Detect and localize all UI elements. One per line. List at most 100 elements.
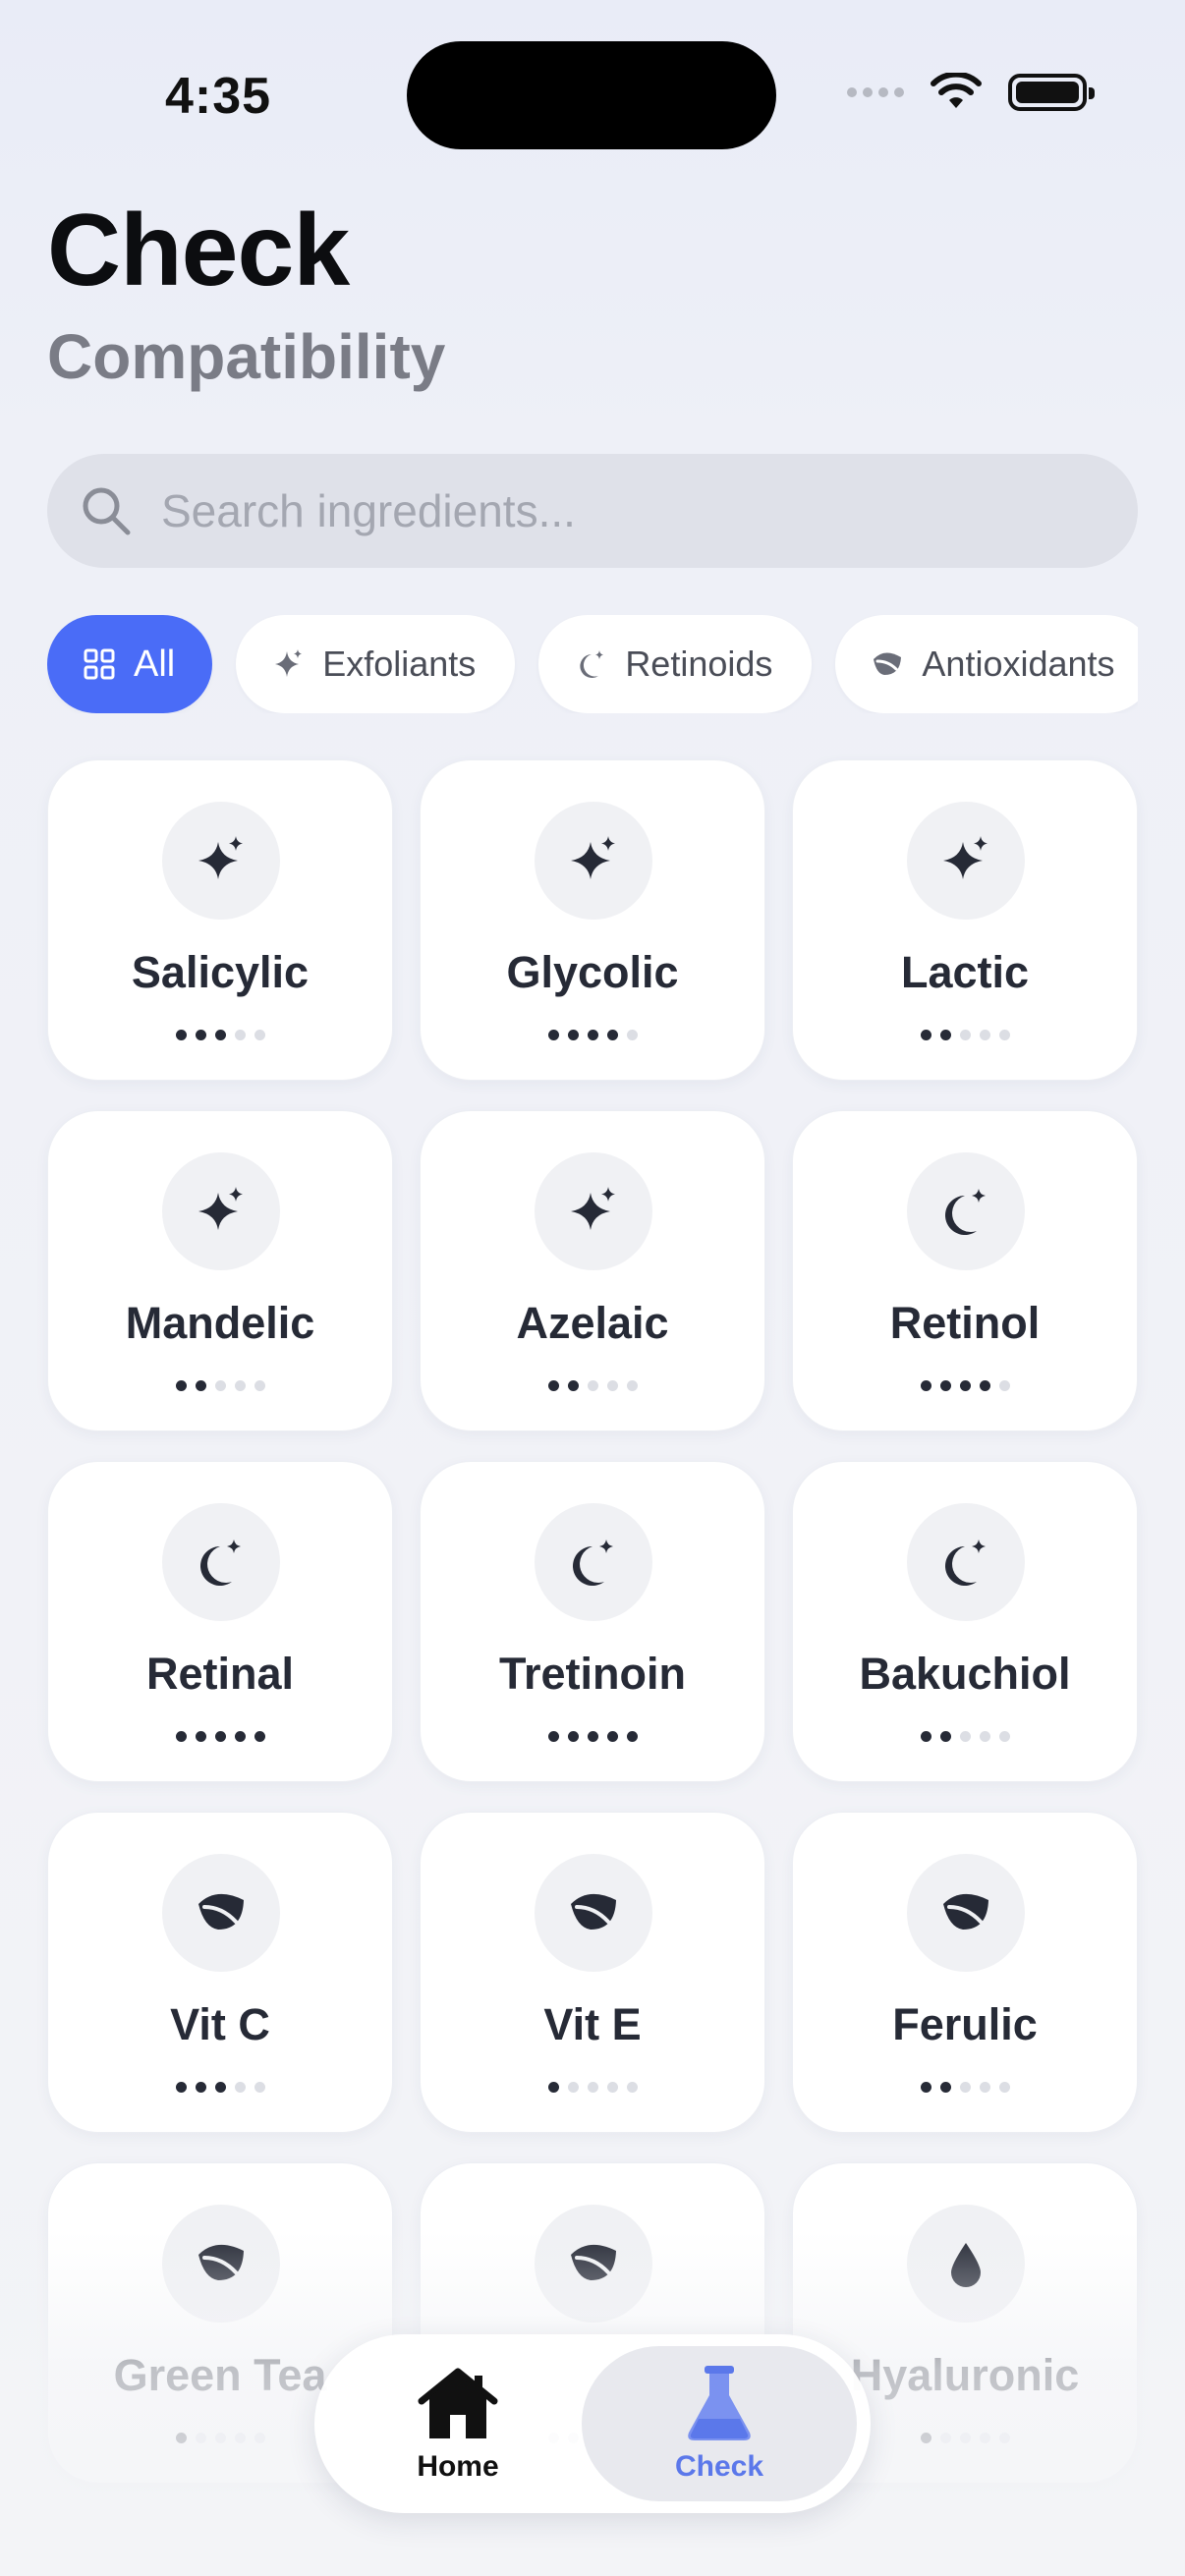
strength-dot <box>939 2082 951 2093</box>
moon-icon <box>580 650 604 678</box>
strength-dot <box>587 1380 598 1391</box>
ingredient-card[interactable]: Salicylic <box>47 759 393 1081</box>
strength-dot <box>234 1731 246 1742</box>
search-input[interactable] <box>161 484 1045 537</box>
strength-dot <box>998 1030 1010 1040</box>
ingredient-name: Bakuchiol <box>859 1649 1071 1699</box>
tab-check-label: Check <box>674 2450 764 2483</box>
strength-dot <box>998 1380 1010 1391</box>
strength-dot <box>195 1030 206 1040</box>
ingredient-name: Lactic <box>900 947 1030 997</box>
strength-dot <box>175 1030 187 1040</box>
strength-indicator <box>48 1030 392 1040</box>
sparkle-icon <box>275 649 303 677</box>
ingredient-card[interactable]: Vit E <box>420 1812 765 2133</box>
strength-dot <box>606 2082 618 2093</box>
strength-dot <box>606 1380 618 1391</box>
leaf-icon <box>907 1854 1025 1972</box>
strength-dot <box>606 1731 618 1742</box>
strength-dot <box>626 1380 638 1391</box>
filter-chip-retinoids[interactable]: Retinoids <box>538 615 813 713</box>
ingredient-card[interactable]: Bakuchiol <box>792 1461 1138 1782</box>
ingredient-name: Retinol <box>889 1298 1041 1348</box>
filter-chip-label: Exfoliants <box>322 644 477 684</box>
strength-dot <box>920 1731 931 1742</box>
dynamic-island <box>407 41 776 149</box>
strength-indicator <box>793 1030 1137 1040</box>
strength-dot <box>175 2433 187 2443</box>
ingredient-card[interactable]: Vit C <box>47 1812 393 2133</box>
ingredient-name: Tretinoin <box>499 1649 686 1699</box>
grid-icon <box>84 648 115 680</box>
status-icons <box>847 73 1095 112</box>
sparkle-icon <box>535 802 652 920</box>
ingredient-card[interactable]: Azelaic <box>420 1110 765 1431</box>
strength-dot <box>214 1030 226 1040</box>
strength-dot <box>254 1030 265 1040</box>
strength-dot <box>547 1030 559 1040</box>
strength-dot <box>626 1731 638 1742</box>
strength-dot <box>234 1030 246 1040</box>
strength-dot <box>175 1380 187 1391</box>
tab-home-label: Home <box>417 2450 499 2483</box>
strength-dot <box>959 2433 971 2443</box>
search-icon <box>83 487 131 535</box>
strength-indicator <box>793 1731 1137 1742</box>
ingredient-grid: Salicylic Glycolic Lactic Mandelic Azelaic Re… <box>47 759 1138 2484</box>
strength-dot <box>920 2082 931 2093</box>
leaf-icon <box>535 1854 652 1972</box>
strength-indicator <box>421 1030 764 1040</box>
strength-dot <box>959 2082 971 2093</box>
strength-dot <box>939 2433 951 2443</box>
strength-dot <box>567 1731 579 1742</box>
filter-chip-all[interactable]: All <box>47 615 213 713</box>
strength-dot <box>175 2082 187 2093</box>
strength-indicator <box>48 2082 392 2093</box>
strength-indicator <box>421 2082 764 2093</box>
moon-icon <box>162 1503 280 1621</box>
cellular-signal-icon <box>847 87 904 97</box>
strength-dot <box>998 1731 1010 1742</box>
strength-dot <box>547 1731 559 1742</box>
filter-chip-exfoliants[interactable]: Exfoliants <box>236 615 516 713</box>
tab-check[interactable]: Check <box>582 2346 857 2501</box>
strength-dot <box>998 2433 1010 2443</box>
ingredient-card[interactable]: Lactic <box>792 759 1138 1081</box>
strength-dot <box>234 2433 246 2443</box>
ingredient-card[interactable]: Mandelic <box>47 1110 393 1431</box>
filter-chip-label: All <box>134 643 176 685</box>
tab-home[interactable]: Home <box>350 2346 566 2501</box>
filter-chips: All Exfoliants Retinoids Antioxidants <box>47 615 1138 713</box>
leaf-icon <box>162 1854 280 1972</box>
strength-indicator <box>48 1380 392 1391</box>
search-bar[interactable] <box>47 454 1138 568</box>
strength-dot <box>214 2082 226 2093</box>
strength-dot <box>920 2433 931 2443</box>
ingredient-name: Mandelic <box>125 1298 315 1348</box>
ingredient-card[interactable]: Glycolic <box>420 759 765 1081</box>
strength-dot <box>175 1731 187 1742</box>
ingredient-card[interactable]: Tretinoin <box>420 1461 765 1782</box>
filter-chip-antioxidants[interactable]: Antioxidants <box>835 615 1138 713</box>
strength-dot <box>567 1030 579 1040</box>
strength-dot <box>959 1380 971 1391</box>
ingredient-card[interactable]: Retinal <box>47 1461 393 1782</box>
strength-dot <box>979 1731 990 1742</box>
status-time: 4:35 <box>165 68 272 125</box>
leaf-icon <box>162 2205 280 2323</box>
sparkle-icon <box>535 1152 652 1270</box>
filter-chip-label: Retinoids <box>625 644 773 684</box>
page-title: Check <box>47 194 350 308</box>
strength-dot <box>587 1731 598 1742</box>
strength-dot <box>254 2433 265 2443</box>
strength-dot <box>920 1380 931 1391</box>
ingredient-name: Vit E <box>543 1999 642 2049</box>
ingredient-card[interactable]: Ferulic <box>792 1812 1138 2133</box>
strength-dot <box>214 1380 226 1391</box>
wifi-icon <box>931 73 982 108</box>
strength-dot <box>254 1731 265 1742</box>
strength-dot <box>939 1030 951 1040</box>
strength-dot <box>979 1030 990 1040</box>
ingredient-card[interactable]: Retinol <box>792 1110 1138 1431</box>
strength-dot <box>606 1030 618 1040</box>
